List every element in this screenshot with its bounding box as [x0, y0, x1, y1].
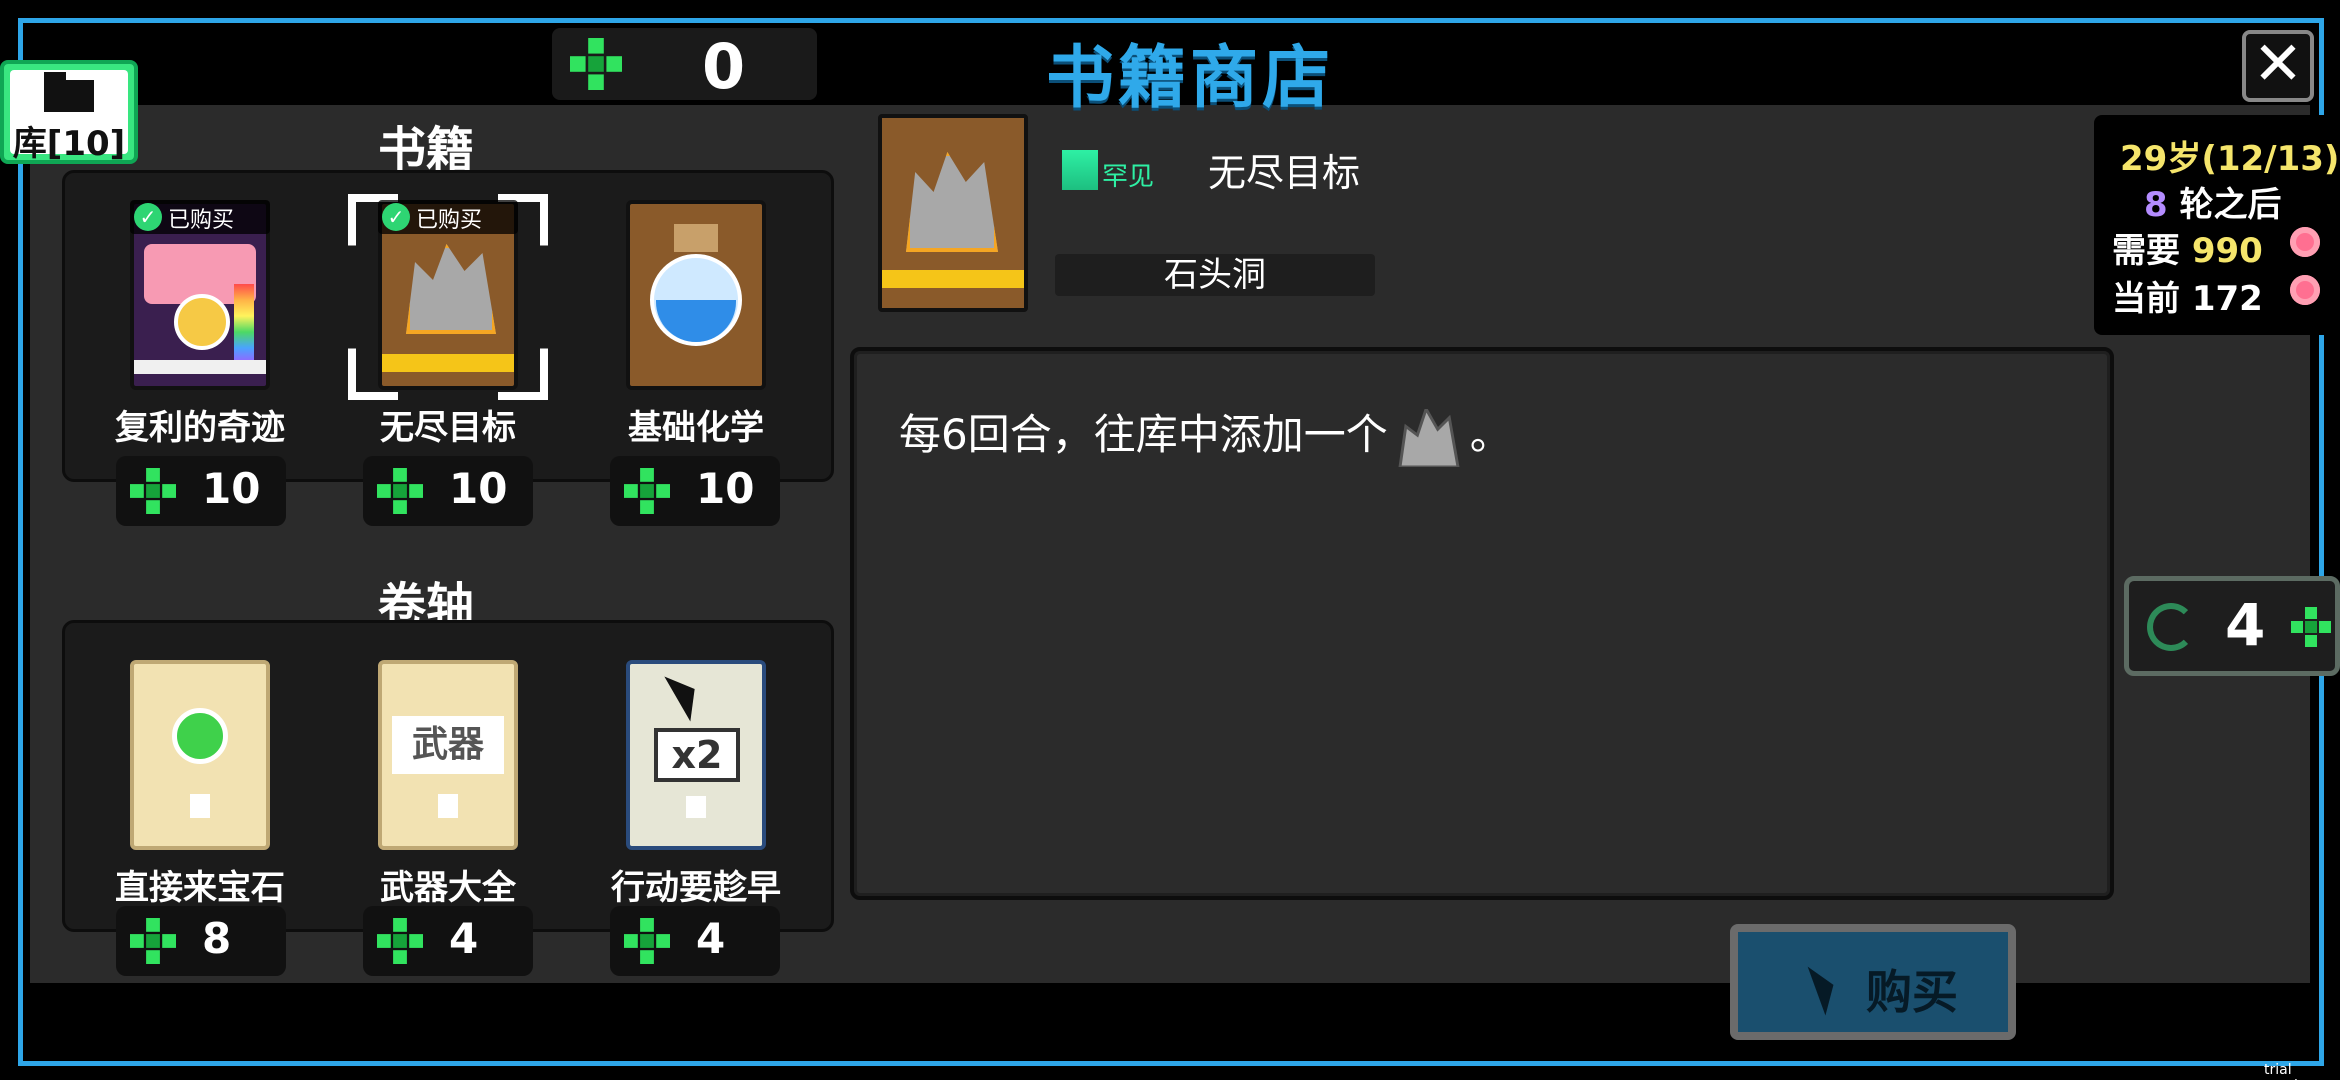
book-name: 基础化学 [628, 408, 764, 448]
library-tab[interactable]: 库[10] [0, 60, 138, 164]
open-book-scroll-icon: x2 [626, 660, 766, 850]
item-tag: 石头洞 [1055, 254, 1375, 296]
book-price: 10 [116, 456, 286, 526]
check-icon: ✓ [134, 203, 162, 231]
weapon-scroll-icon: 武器 [378, 660, 518, 850]
refresh-icon [2147, 603, 2195, 651]
check-icon: ✓ [382, 203, 410, 231]
rarity-indicator [1062, 150, 1098, 190]
clover-icon [2291, 607, 2331, 647]
purchased-badge: ✓ 已购买 [378, 200, 518, 234]
basic-chemistry-book-icon [626, 200, 766, 390]
clover-icon [377, 918, 423, 964]
book-price: 10 [363, 456, 533, 526]
clover-icon [624, 468, 670, 514]
gem-scroll-icon [130, 660, 270, 850]
reroll-button[interactable]: 4 [2124, 576, 2340, 676]
age-stat: 29岁(12/13) [2120, 139, 2340, 179]
rarity-label: 罕见 [1102, 162, 1155, 192]
clover-count: 0 [702, 30, 746, 103]
clover-icon [130, 468, 176, 514]
selected-book-icon [878, 114, 1028, 312]
shop-title: 书籍商店 [1045, 39, 1334, 118]
description-text: 每6回合，往库中添加一个。 [899, 401, 1512, 467]
scroll-price: 8 [116, 906, 286, 976]
clover-icon [570, 38, 622, 90]
scroll-name: 行动要趁早 [611, 868, 781, 908]
trial-watermark: trial version [2264, 1062, 2315, 1080]
close-icon: ✕ [2252, 29, 2304, 99]
scroll-name: 武器大全 [380, 868, 516, 908]
run-stats: 29岁(12/13) 8 轮之后 需要 990 当前 172 [2094, 115, 2339, 335]
book-name: 复利的奇迹 [115, 408, 285, 448]
flower-icon [2290, 275, 2320, 305]
rock-icon [1398, 408, 1460, 467]
book-name: 无尽目标 [380, 408, 516, 448]
rounds-stat: 8 轮之后 [2144, 185, 2282, 225]
cursor-icon [1807, 960, 1843, 1016]
description-box: 每6回合，往库中添加一个。 [850, 347, 2114, 900]
clover-icon [377, 468, 423, 514]
scroll-name: 直接来宝石 [115, 868, 285, 908]
flower-icon [2290, 227, 2320, 257]
clover-icon [624, 918, 670, 964]
cursor-icon [664, 666, 708, 722]
clover-currency-display: 0 [552, 28, 817, 103]
scroll-price: 4 [610, 906, 780, 976]
close-button[interactable]: ✕ [2242, 30, 2314, 102]
folder-icon [44, 72, 94, 112]
buy-button[interactable]: 购买 [1730, 924, 2016, 1040]
library-label: 库[10] [12, 124, 126, 164]
selected-item-name: 无尽目标 [1208, 151, 1361, 195]
clover-icon [130, 918, 176, 964]
scroll-price: 4 [363, 906, 533, 976]
book-price: 10 [610, 456, 780, 526]
purchased-badge: ✓ 已购买 [130, 200, 270, 234]
